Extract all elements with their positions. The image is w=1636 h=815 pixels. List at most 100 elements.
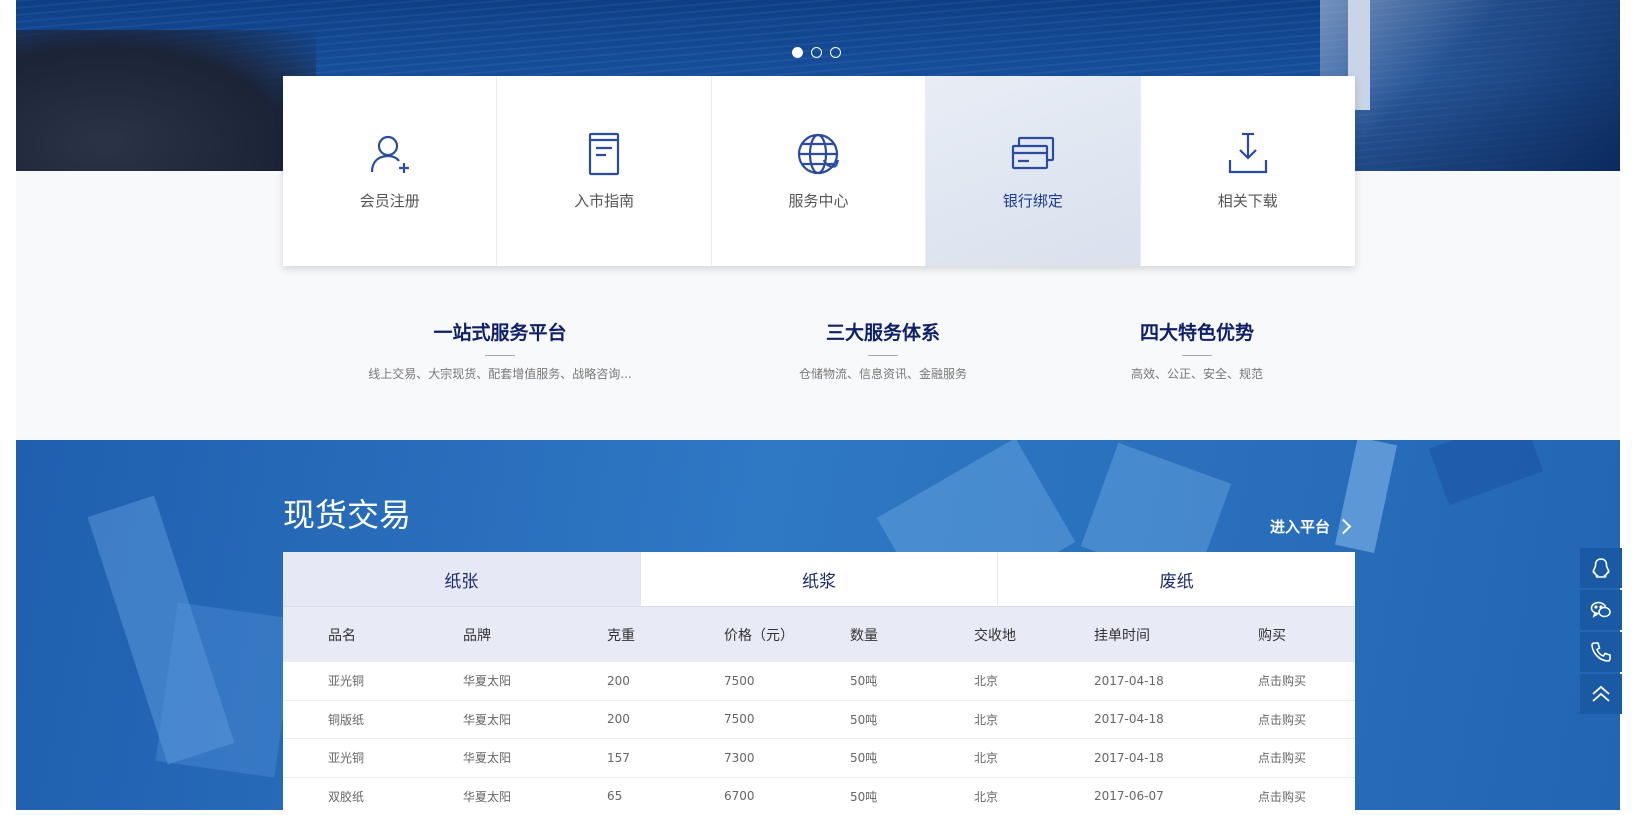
table-cell: 7500 <box>724 673 755 688</box>
carousel-dot-1[interactable] <box>792 47 803 58</box>
table-row: 铜版纸 华夏太阳 200 7500 50吨 北京 2017-04-18 点击购买 <box>283 700 1355 739</box>
feature-divider <box>1182 355 1212 356</box>
quick-downloads[interactable]: 相关下载 <box>1141 76 1355 266</box>
table-row: 亚光铜 华夏太阳 200 7500 50吨 北京 2017-04-18 点击购买 <box>283 662 1355 701</box>
feature-three-systems: 三大服务体系 仓储物流、信息资讯、金融服务 <box>733 318 1033 382</box>
table-cell: 亚光铜 <box>328 674 365 689</box>
feature-one-stop: 一站式服务平台 线上交易、大宗现货、配套增值服务、战略咨询... <box>350 318 650 382</box>
column-header: 品牌 <box>463 627 491 644</box>
table-cell: 北京 <box>974 712 999 727</box>
column-header: 交收地 <box>974 627 1016 644</box>
table-cell: 2017-04-18 <box>1094 750 1164 765</box>
table-cell: 50吨 <box>850 751 878 766</box>
category-tabs: 纸张 纸浆 废纸 <box>283 552 1356 606</box>
quick-label: 入市指南 <box>574 192 635 210</box>
table-cell: 亚光铜 <box>328 751 365 766</box>
decor-paper <box>155 602 297 778</box>
tab-waste-paper[interactable]: 废纸 <box>998 552 1356 606</box>
back-to-top-icon <box>1592 685 1610 702</box>
buy-link[interactable]: 点击购买 <box>1258 788 1306 805</box>
spot-trade-table: 纸张 纸浆 废纸 品名 品牌 克重 价格（元） 数量 交收地 挂单时间 购买 亚… <box>283 552 1356 815</box>
column-header: 购买 <box>1258 627 1286 644</box>
feature-title: 四大特色优势 <box>1139 322 1254 344</box>
section-title: 现货交易 <box>283 496 412 534</box>
feature-divider <box>485 355 515 356</box>
quick-label: 相关下载 <box>1217 192 1278 210</box>
quick-market-guide[interactable]: 入市指南 <box>497 76 712 266</box>
table-cell: 华夏太阳 <box>463 789 512 804</box>
table-cell: 铜版纸 <box>328 712 365 727</box>
table-cell: 50吨 <box>850 712 878 727</box>
table-cell: 2017-04-18 <box>1094 673 1164 688</box>
column-header: 克重 <box>607 627 635 644</box>
quick-member-register[interactable]: 会员注册 <box>283 76 498 266</box>
table-cell: 6700 <box>724 789 755 804</box>
quick-label: 银行绑定 <box>1002 192 1063 210</box>
side-toolbar <box>1580 548 1622 714</box>
feature-desc: 高效、公正、安全、规范 <box>1130 367 1263 381</box>
table-cell: 2017-06-07 <box>1094 789 1164 804</box>
table-cell: 7300 <box>724 750 755 765</box>
phone-button[interactable] <box>1580 632 1622 672</box>
feature-four-advantages: 四大特色优势 高效、公正、安全、规范 <box>1047 318 1347 382</box>
table-cell: 65 <box>607 789 623 804</box>
globe-refresh-icon <box>798 133 840 175</box>
table-cell: 双胶纸 <box>328 789 365 804</box>
bank-card-icon <box>1011 136 1054 170</box>
page: 会员注册 入市指南 服务中心 银行绑定 相关下载 一站式服务平台 线上交易、大宗… <box>0 0 1636 815</box>
table-cell: 200 <box>607 673 630 688</box>
table-body: 亚光铜 华夏太阳 200 7500 50吨 北京 2017-04-18 点击购买 铜版纸 华夏太阳… <box>283 662 1355 815</box>
table-header: 品名 品牌 克重 价格（元） 数量 交收地 挂单时间 购买 <box>283 606 1355 662</box>
tab-paper[interactable]: 纸张 <box>283 552 641 606</box>
carousel-dots <box>792 47 841 58</box>
hero-cliff <box>16 30 316 171</box>
quick-menu: 会员注册 入市指南 服务中心 银行绑定 相关下载 <box>283 76 1355 266</box>
feature-title: 三大服务体系 <box>825 322 940 344</box>
tab-pulp[interactable]: 纸浆 <box>640 552 999 606</box>
table-cell: 北京 <box>974 674 999 689</box>
quick-service-center[interactable]: 服务中心 <box>712 76 927 266</box>
column-header: 数量 <box>850 627 878 644</box>
feature-desc: 线上交易、大宗现货、配套增值服务、战略咨询... <box>368 367 632 381</box>
document-icon <box>588 132 620 176</box>
column-header: 品名 <box>328 627 356 644</box>
carousel-dot-3[interactable] <box>830 47 841 58</box>
phone-icon <box>1591 642 1611 662</box>
column-header: 挂单时间 <box>1094 627 1150 644</box>
quick-label: 会员注册 <box>359 192 420 210</box>
carousel-dot-2[interactable] <box>811 47 822 58</box>
enter-platform-link[interactable]: 进入平台 <box>1270 516 1352 537</box>
enter-platform-label: 进入平台 <box>1270 518 1331 536</box>
user-add-icon <box>370 135 409 173</box>
table-cell: 157 <box>607 750 630 765</box>
table-row: 亚光铜 华夏太阳 157 7300 50吨 北京 2017-04-18 点击购买 <box>283 739 1355 778</box>
feature-title: 一站式服务平台 <box>433 322 567 344</box>
buy-link[interactable]: 点击购买 <box>1258 749 1306 766</box>
table-cell: 北京 <box>974 789 999 804</box>
qq-icon <box>1592 558 1610 578</box>
table-cell: 50吨 <box>850 789 878 804</box>
buy-link[interactable]: 点击购买 <box>1258 672 1306 689</box>
table-cell: 7500 <box>724 712 755 727</box>
back-to-top-button[interactable] <box>1580 674 1622 714</box>
chevron-right-icon <box>1335 518 1352 535</box>
column-header: 价格（元） <box>724 627 794 644</box>
feature-divider <box>868 355 898 356</box>
table-cell: 华夏太阳 <box>463 674 512 689</box>
table-cell: 华夏太阳 <box>463 712 512 727</box>
table-cell: 2017-04-18 <box>1094 712 1164 727</box>
wechat-button[interactable] <box>1580 590 1622 630</box>
table-cell: 北京 <box>974 751 999 766</box>
decor-paper <box>1428 440 1544 506</box>
quick-label: 服务中心 <box>788 192 849 210</box>
table-cell: 50吨 <box>850 674 878 689</box>
table-row: 双胶纸 华夏太阳 65 6700 50吨 北京 2017-06-07 点击购买 <box>283 777 1355 815</box>
qq-button[interactable] <box>1580 548 1622 588</box>
wechat-icon <box>1590 601 1611 618</box>
download-icon <box>1228 132 1267 174</box>
feature-desc: 仓储物流、信息资讯、金融服务 <box>798 367 967 381</box>
table-cell: 华夏太阳 <box>463 751 512 766</box>
table-cell: 200 <box>607 712 630 727</box>
quick-bank-binding[interactable]: 银行绑定 <box>926 76 1141 266</box>
buy-link[interactable]: 点击购买 <box>1258 711 1306 728</box>
